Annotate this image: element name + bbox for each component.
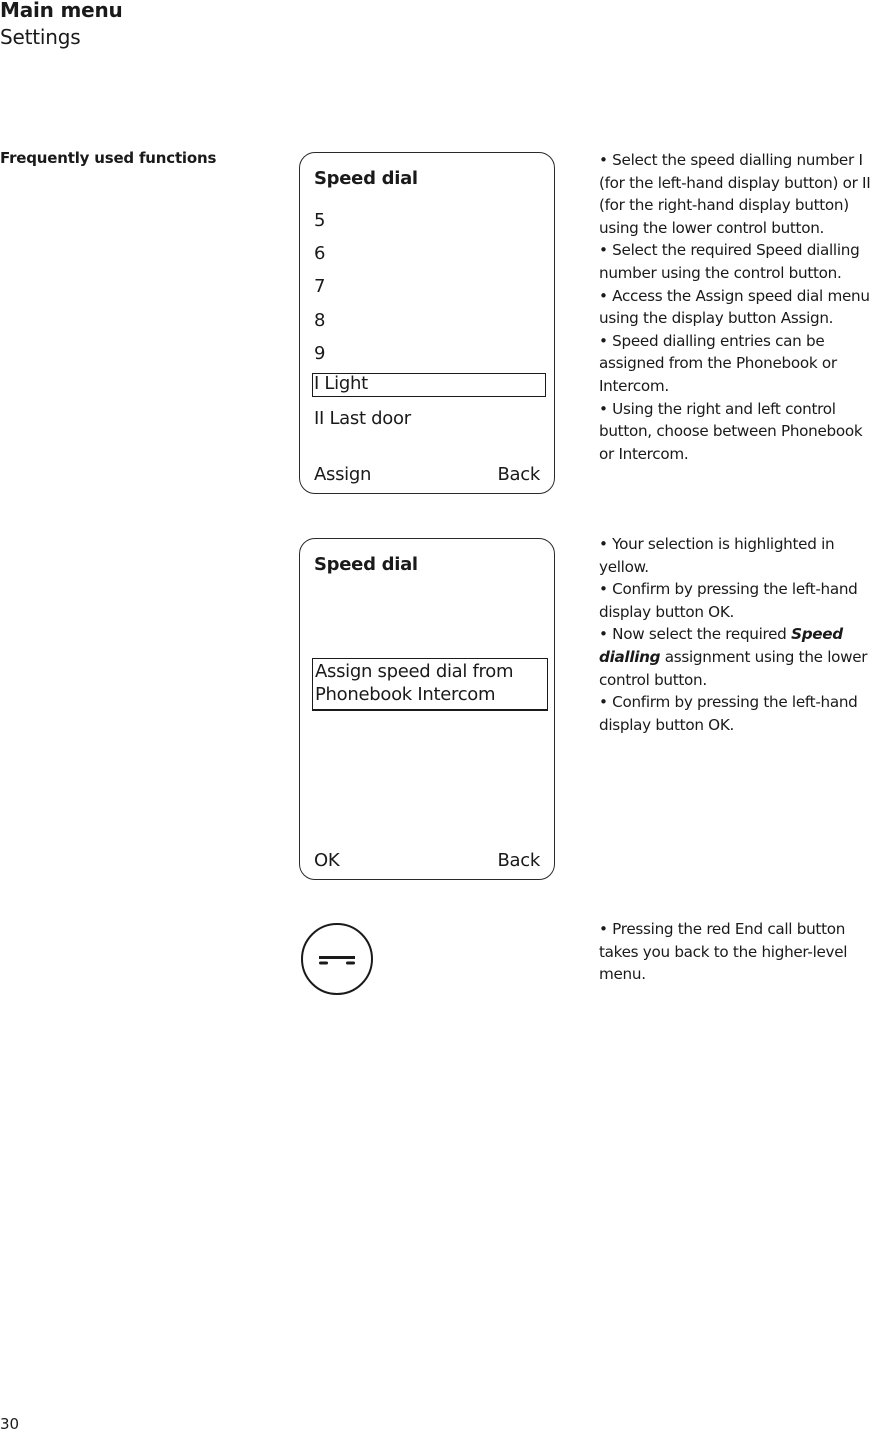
section-label: Frequently used functions [0, 149, 217, 167]
list-item[interactable]: 5 [314, 210, 325, 231]
display-title: Speed dial [314, 554, 418, 575]
assign-line-1: Assign speed dial from [315, 661, 514, 682]
header-subtitle: Settings [0, 25, 81, 49]
list-item[interactable]: 9 [314, 343, 325, 364]
instruction: • Your selection is highlighted in yello… [599, 535, 835, 576]
list-item[interactable]: 6 [314, 243, 325, 264]
softkey-ok[interactable]: OK [314, 850, 340, 871]
assign-source-selection[interactable]: Assign speed dial from Phonebook Interco… [312, 658, 548, 711]
softkey-back[interactable]: Back [498, 850, 541, 871]
instruction: • Pressing the red End call button takes… [599, 920, 848, 984]
instruction-text: • Now select the required [599, 625, 792, 644]
softkey-back[interactable]: Back [498, 464, 541, 485]
instruction: • Speed dialling entries can be assigned… [599, 331, 837, 395]
instruction: • Confirm by pressing the left-hand disp… [599, 580, 858, 621]
list-item[interactable]: 7 [314, 276, 325, 297]
header-title: Main menu [0, 0, 123, 22]
softkey-assign[interactable]: Assign [314, 464, 371, 485]
instructions-3: • Pressing the red End call button takes… [599, 918, 874, 986]
instruction: • Confirm by pressing the left-hand disp… [599, 693, 858, 734]
display-title: Speed dial [314, 168, 418, 189]
instruction: • Access the Assign speed dial menu usin… [599, 286, 870, 328]
phone-display-assign-speed-dial: Speed dial Assign speed dial from Phoneb… [299, 538, 555, 880]
instruction: • Now select the required Speed dialling… [599, 623, 874, 691]
assign-line-2: Phonebook Intercom [315, 684, 496, 705]
instructions-2: • Your selection is highlighted in yello… [599, 533, 874, 736]
instruction: • Using the right and left control butto… [599, 399, 863, 463]
list-item[interactable]: 8 [314, 310, 325, 331]
phone-display-speed-dial-list: Speed dial 5 6 7 8 9 I Light II Last doo… [299, 152, 555, 494]
list-item-selected[interactable]: I Light [312, 373, 546, 397]
instructions-1: • Select the speed dialling number I (fo… [599, 149, 874, 465]
list-item[interactable]: II Last door [314, 408, 411, 429]
instruction: • Select the required Speed dialling num… [599, 241, 860, 282]
end-call-icon [300, 922, 374, 996]
instruction: • Select the speed dialling number I (fo… [599, 151, 871, 237]
page-number: 30 [0, 1415, 20, 1433]
